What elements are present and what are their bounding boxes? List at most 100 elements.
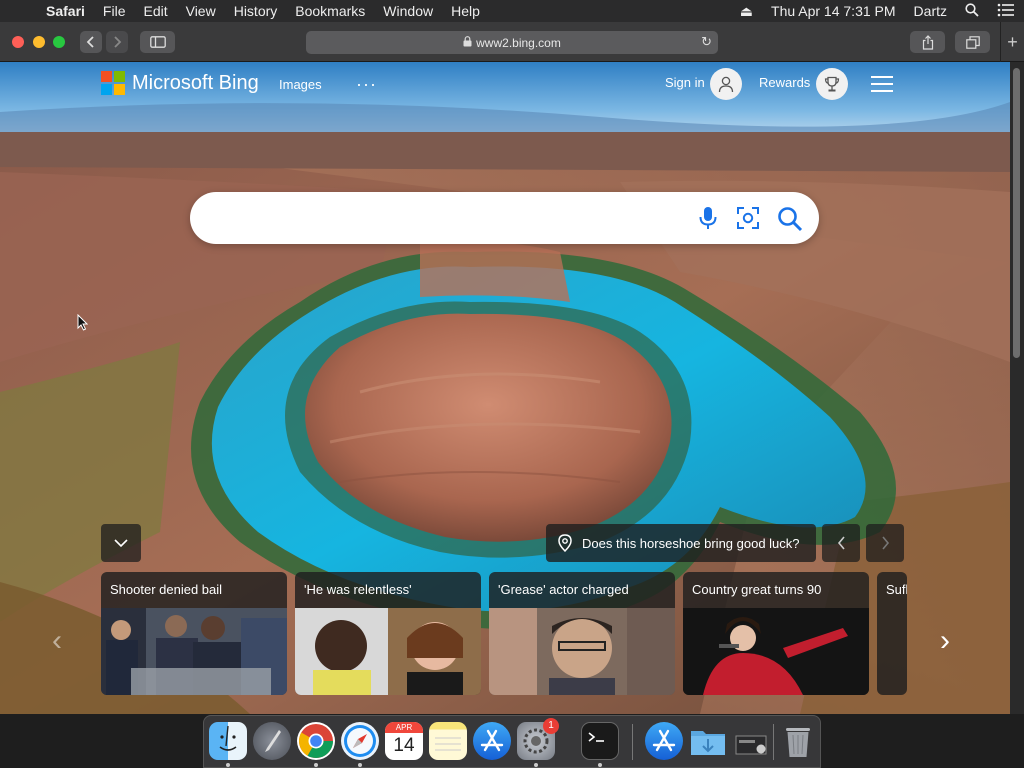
back-button[interactable] (80, 31, 102, 53)
user-avatar-icon[interactable] (710, 68, 742, 100)
news-card-title: Shooter denied bail (110, 582, 223, 597)
screenshot-stack-icon[interactable] (733, 722, 771, 760)
news-card[interactable]: Sufl (877, 572, 907, 695)
minimize-window-button[interactable] (33, 36, 45, 48)
mouse-cursor-icon (77, 314, 88, 331)
control-center-icon[interactable] (988, 3, 1024, 20)
menu-bookmarks[interactable]: Bookmarks (286, 3, 374, 19)
menu-history[interactable]: History (225, 3, 287, 19)
news-thumbnail-image (683, 608, 869, 695)
news-thumbnail-image (295, 608, 481, 695)
page-scrollbar[interactable] (1010, 62, 1024, 714)
spotlight-search-icon[interactable] (956, 2, 988, 20)
address-bar[interactable]: www2.bing.com ↻ (306, 31, 718, 54)
reload-icon[interactable]: ↻ (701, 34, 712, 50)
downloads-folder-icon[interactable] (689, 722, 727, 760)
news-card-title: Sufl (886, 582, 907, 597)
system-preferences-icon[interactable]: 1 (517, 718, 559, 760)
visual-search-icon[interactable] (736, 206, 760, 235)
share-button[interactable] (910, 31, 945, 53)
image-fact-link[interactable]: Does this horseshoe bring good luck? (546, 524, 816, 562)
running-indicator (314, 763, 318, 767)
fullscreen-window-button[interactable] (53, 36, 65, 48)
scrollbar-thumb[interactable] (1013, 68, 1020, 358)
previous-image-button[interactable] (822, 524, 860, 562)
app-store-folder-icon[interactable] (645, 722, 683, 760)
chevron-right-icon (881, 536, 889, 550)
app-store-icon[interactable] (473, 722, 511, 760)
bing-homepage: Microsoft Bing Images ··· Sign in Reward… (0, 62, 1010, 714)
image-fact-text: Does this horseshoe bring good luck? (582, 535, 800, 551)
menu-help[interactable]: Help (442, 3, 489, 19)
new-tab-button[interactable]: + (1000, 22, 1024, 62)
menu-edit[interactable]: Edit (134, 3, 176, 19)
notes-icon[interactable] (429, 722, 467, 760)
news-card-title: 'He was relentless' (304, 582, 412, 597)
bing-logo[interactable]: Microsoft Bing (101, 71, 259, 95)
forward-button[interactable] (106, 31, 128, 53)
news-card[interactable]: Country great turns 90 (683, 572, 869, 695)
running-indicator (358, 763, 362, 767)
calendar-day: 14 (393, 735, 415, 756)
sign-in-link[interactable]: Sign in (665, 75, 705, 90)
finder-icon[interactable] (209, 722, 247, 760)
rewards-link[interactable]: Rewards (759, 75, 810, 90)
microphone-icon[interactable] (698, 206, 718, 235)
chrome-icon[interactable] (297, 722, 335, 760)
chevron-left-icon (837, 536, 845, 550)
menu-window[interactable]: Window (374, 3, 442, 19)
chevron-right-icon (114, 36, 122, 48)
running-indicator (226, 763, 230, 767)
menu-view[interactable]: View (177, 3, 225, 19)
collapse-feed-button[interactable] (101, 524, 141, 562)
calendar-month: APR (385, 722, 423, 733)
nav-images-link[interactable]: Images (279, 77, 322, 92)
trophy-icon[interactable] (816, 68, 848, 100)
terminal-icon[interactable] (581, 722, 619, 760)
chevron-left-icon (86, 36, 94, 48)
news-thumbnail-image (489, 608, 675, 695)
tabs-icon (965, 35, 980, 49)
trash-icon[interactable] (779, 722, 817, 760)
share-icon (922, 34, 933, 50)
chevron-down-icon (114, 538, 128, 547)
menu-app-safari[interactable]: Safari (40, 3, 94, 19)
next-image-button[interactable] (866, 524, 904, 562)
news-card[interactable]: 'He was relentless' (295, 572, 481, 695)
lock-icon (463, 35, 472, 50)
news-card[interactable]: Shooter denied bail (101, 572, 287, 695)
url-text: www2.bing.com (476, 35, 561, 50)
news-card-title: Country great turns 90 (692, 582, 822, 597)
menu-bar: Safari File Edit View History Bookmarks … (0, 0, 1024, 22)
menu-file[interactable]: File (94, 3, 135, 19)
carousel-next-icon[interactable]: › (940, 624, 950, 658)
news-card[interactable]: 'Grease' actor charged (489, 572, 675, 695)
running-indicator (534, 763, 538, 767)
sidebar-toggle-button[interactable] (140, 31, 175, 53)
eject-icon[interactable]: ⏏ (731, 3, 762, 20)
more-nav-button[interactable]: ··· (356, 74, 377, 95)
search-icon[interactable] (777, 206, 803, 237)
hamburger-menu-icon[interactable] (871, 76, 893, 92)
news-card-title: 'Grease' actor charged (498, 582, 629, 597)
launchpad-icon[interactable] (253, 722, 291, 760)
calendar-icon[interactable]: APR 14 (385, 722, 423, 760)
menubar-clock[interactable]: Thu Apr 14 7:31 PM (762, 3, 905, 19)
close-window-button[interactable] (12, 36, 24, 48)
location-pin-icon (558, 534, 572, 552)
dock-separator (773, 724, 774, 760)
running-indicator (598, 763, 602, 767)
search-input[interactable] (212, 206, 692, 230)
safari-toolbar: www2.bing.com ↻ + (0, 22, 1024, 62)
safari-icon[interactable] (341, 722, 379, 760)
carousel-prev-icon[interactable]: ‹ (52, 624, 62, 658)
dock: APR 14 1 (203, 715, 821, 768)
tabs-overview-button[interactable] (955, 31, 990, 53)
notification-badge: 1 (543, 718, 559, 734)
menubar-user[interactable]: Dartz (905, 3, 956, 19)
sidebar-icon (149, 36, 166, 48)
news-thumbnail-image (101, 608, 287, 695)
microsoft-logo-icon (101, 71, 125, 95)
bing-logo-text: Microsoft Bing (132, 71, 259, 94)
dock-separator (632, 724, 633, 760)
